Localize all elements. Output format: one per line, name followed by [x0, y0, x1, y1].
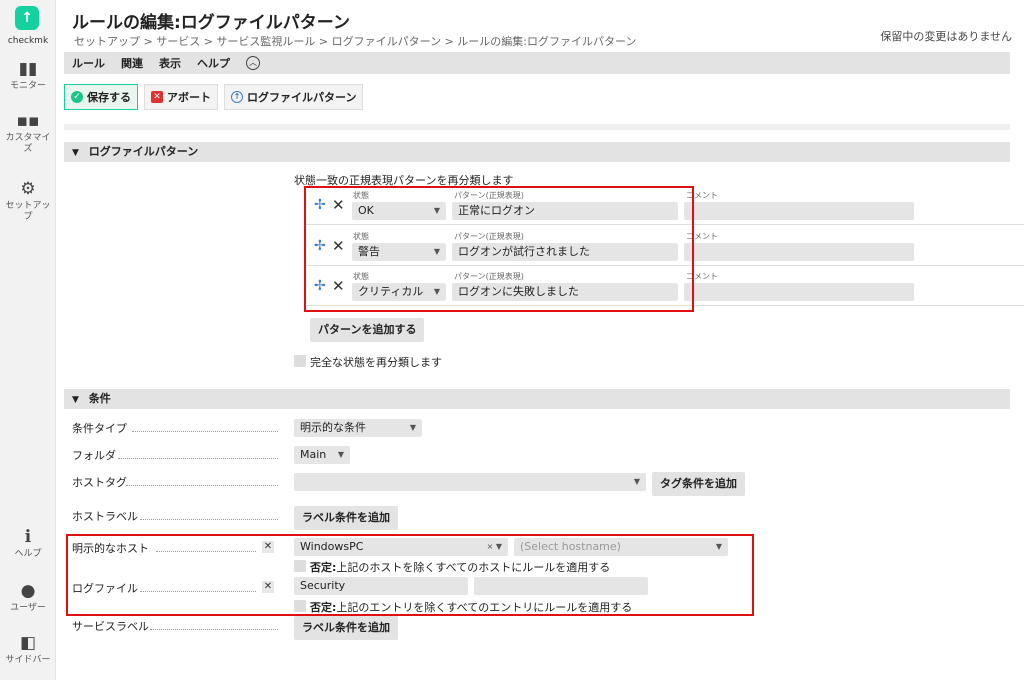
section-header-conditions[interactable]: ▼ 条件: [64, 389, 1010, 409]
reclassify-full-label: 完全な状態を再分類します: [310, 356, 442, 369]
condition-type-value: 明示的な条件: [300, 421, 366, 434]
save-button[interactable]: ✓ 保存する: [64, 84, 138, 110]
customize-icon: ▪▪: [16, 111, 40, 131]
host-tags-label: ホストタグ: [72, 476, 127, 489]
divider: [64, 124, 1010, 130]
section-title: ログファイルパターン: [88, 145, 199, 158]
monitor-icon: ▮▮: [18, 59, 38, 79]
chevron-down-icon: ▼: [633, 477, 640, 486]
folder-select[interactable]: Main ▼: [294, 446, 350, 464]
comment-input[interactable]: [684, 202, 914, 220]
sidebar-item-label: ユーザー: [10, 603, 46, 613]
sidebar: ↑ checkmk ▮▮ モニター ▪▪ カスタマイズ ⚙ セットアップ ℹ ヘ…: [0, 0, 56, 680]
collapse-triangle-icon: ▼: [72, 395, 79, 405]
sidebar-item-label: サイドバー: [5, 655, 51, 665]
sidebar-item-sidebar[interactable]: ◧ サイドバー: [0, 634, 56, 666]
page-title: ルールの編集:ログファイルパターン: [72, 13, 350, 33]
highlight-box-conditions: [66, 534, 754, 616]
sidebar-item-label: モニター: [9, 81, 46, 91]
chevron-down-icon: ▼: [337, 450, 344, 459]
sidebar-item-label: カスタマイズ: [5, 133, 51, 154]
highlight-box-patterns: [304, 186, 694, 312]
add-host-label-condition-button[interactable]: ラベル条件を追加: [294, 506, 398, 530]
menubar: ルール 関連 表示 ヘルプ ︿: [64, 52, 1010, 74]
sidebar-item-label: ヘルプ: [14, 549, 42, 559]
pending-changes-status[interactable]: 保留中の変更はありません: [880, 28, 1012, 44]
service-labels-label: サービスラベル: [72, 620, 149, 633]
sidebar-item-user[interactable]: ● ユーザー: [0, 582, 56, 614]
menu-help[interactable]: ヘルプ: [197, 55, 230, 71]
sidebar-item-label: セットアップ: [5, 201, 51, 222]
sidebar-item-customize[interactable]: ▪▪ カスタマイズ: [0, 112, 56, 155]
dotted-leader: [132, 431, 278, 432]
reclassify-full-checkbox[interactable]: [294, 355, 306, 367]
section-title: 条件: [88, 392, 111, 405]
dotted-leader: [118, 458, 278, 459]
abort-label: アボート: [167, 91, 211, 104]
dotted-leader: [126, 485, 278, 486]
abort-icon: ✕: [151, 91, 163, 103]
breadcrumb[interactable]: セットアップ > サービス > サービス監視ルール > ログファイルパターン >…: [74, 33, 636, 49]
menu-related[interactable]: 関連: [121, 55, 143, 71]
dotted-leader: [150, 629, 278, 630]
add-pattern-button[interactable]: パターンを追加する: [310, 318, 425, 342]
sidebar-item-help[interactable]: ℹ ヘルプ: [0, 528, 56, 560]
section-header-patterns[interactable]: ▼ ログファイルパターン: [64, 142, 1010, 162]
logfile-pattern-label: ログファイルパターン: [247, 91, 357, 104]
comment-input[interactable]: [684, 243, 914, 261]
comment-input[interactable]: [684, 283, 914, 301]
dotted-leader: [140, 519, 278, 520]
add-tag-condition-button[interactable]: タグ条件を追加: [652, 472, 745, 496]
add-service-label-condition-button[interactable]: ラベル条件を追加: [294, 616, 398, 640]
logfile-pattern-button[interactable]: ↑ ログファイルパターン: [224, 84, 364, 110]
sidebar-icon: ◧: [19, 633, 37, 653]
abort-button[interactable]: ✕ アボート: [144, 84, 218, 110]
arrow-up-icon: ↑: [231, 91, 243, 103]
chevron-down-icon: ▼: [409, 423, 416, 432]
help-icon: ℹ: [24, 527, 32, 547]
sidebar-item-setup[interactable]: ⚙ セットアップ: [0, 180, 56, 223]
setup-icon: ⚙: [20, 179, 36, 199]
host-labels-label: ホストラベル: [72, 510, 138, 523]
condition-type-label: 条件タイプ: [72, 422, 127, 435]
user-icon: ●: [20, 581, 36, 601]
condition-type-select[interactable]: 明示的な条件 ▼: [294, 419, 422, 437]
menu-rule[interactable]: ルール: [72, 55, 105, 71]
chevron-up-icon[interactable]: ︿: [246, 56, 260, 70]
host-tags-select[interactable]: ▼: [294, 473, 646, 491]
main-content: ルールの編集:ログファイルパターン セットアップ > サービス > サービス監視…: [56, 0, 1024, 680]
check-icon: ✓: [71, 91, 83, 103]
save-label: 保存する: [87, 91, 131, 104]
toolbar: ✓ 保存する ✕ アボート ↑ ログファイルパターン: [64, 84, 369, 110]
folder-value: Main: [300, 448, 327, 461]
collapse-triangle-icon: ▼: [72, 148, 79, 158]
brand-label: checkmk: [7, 36, 49, 46]
menu-display[interactable]: 表示: [159, 55, 181, 71]
folder-label: フォルダ: [72, 449, 116, 462]
sidebar-item-monitor[interactable]: ▮▮ モニター: [0, 60, 56, 92]
checkmk-logo-icon[interactable]: ↑: [15, 6, 39, 30]
